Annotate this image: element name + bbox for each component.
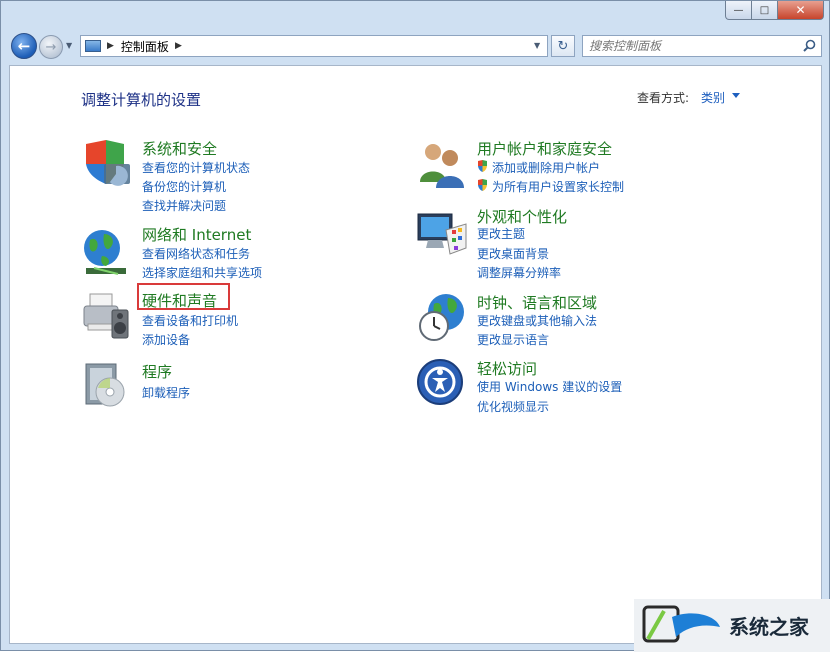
printer-speaker-icon[interactable] (80, 290, 132, 342)
clock-globe-icon[interactable] (416, 292, 468, 344)
control-panel-icon (85, 40, 101, 52)
category-programs[interactable]: 程序 (142, 361, 172, 382)
recent-pages-dropdown-icon[interactable]: ▼ (66, 41, 72, 50)
page-title: 调整计算机的设置 (81, 91, 202, 109)
forward-arrow-icon: → (45, 39, 57, 55)
link-parental-controls[interactable]: 为所有用户设置家长控制 (492, 178, 624, 195)
link-uninstall-program[interactable]: 卸载程序 (142, 384, 190, 401)
category-system-security[interactable]: 系统和安全 (142, 138, 217, 159)
link-devices-printers[interactable]: 查看设备和打印机 (142, 312, 238, 329)
navigation-bar: ← → ▼ ▶ 控制面板 ▶ ▼ ↻ (1, 29, 829, 63)
programs-disc-icon[interactable] (80, 360, 132, 412)
watermark-logo-icon (642, 605, 720, 643)
close-icon: ✕ (795, 3, 806, 17)
close-button[interactable]: ✕ (778, 1, 824, 20)
minimize-button[interactable]: — (725, 1, 752, 20)
link-view-network-status[interactable]: 查看网络状态和任务 (142, 245, 250, 262)
link-homegroup-sharing[interactable]: 选择家庭组和共享选项 (142, 264, 262, 281)
category-clock-language-region[interactable]: 时钟、语言和区域 (477, 292, 597, 313)
shield-computer-icon[interactable] (80, 138, 132, 190)
ease-of-access-icon[interactable] (416, 358, 468, 410)
view-by-label: 查看方式: (637, 91, 690, 105)
network-globe-icon[interactable] (80, 226, 132, 278)
breadcrumb-separator-icon[interactable]: ▶ (175, 41, 182, 51)
refresh-icon: ↻ (557, 38, 569, 54)
category-user-accounts[interactable]: 用户帐户和家庭安全 (477, 138, 612, 159)
users-icon[interactable] (416, 138, 468, 190)
link-change-theme[interactable]: 更改主题 (477, 225, 525, 242)
maximize-icon: □ (759, 4, 770, 16)
back-arrow-icon: ← (17, 37, 31, 55)
link-recommended-settings[interactable]: 使用 Windows 建议的设置 (477, 378, 622, 395)
maximize-button[interactable]: □ (752, 1, 778, 20)
address-dropdown-icon[interactable]: ▼ (534, 41, 540, 50)
control-panel-window: — □ ✕ ← → ▼ ▶ 控制面板 ▶ ▼ ↻ 调整计算机的设置 查看方式: … (0, 0, 830, 652)
forward-button[interactable]: → (39, 35, 63, 59)
category-network-internet[interactable]: 网络和 Internet (142, 224, 251, 245)
link-change-desktop-background[interactable]: 更改桌面背景 (477, 245, 549, 262)
link-adjust-resolution[interactable]: 调整屏幕分辨率 (477, 264, 561, 281)
link-change-keyboard-input[interactable]: 更改键盘或其他输入法 (477, 312, 597, 329)
search-box[interactable] (582, 35, 822, 57)
chevron-down-icon[interactable] (732, 93, 740, 98)
uac-shield-icon (478, 160, 487, 172)
uac-shield-icon (478, 179, 487, 191)
monitor-palette-icon[interactable] (416, 208, 468, 260)
breadcrumb-separator-icon[interactable]: ▶ (107, 41, 114, 51)
view-by-dropdown[interactable]: 类别 (701, 89, 725, 106)
link-add-remove-user[interactable]: 添加或删除用户帐户 (492, 159, 600, 176)
search-icon[interactable] (803, 39, 816, 52)
caption-buttons: — □ ✕ (725, 1, 824, 20)
search-input[interactable] (589, 38, 789, 54)
minimize-icon: — (733, 4, 744, 16)
category-ease-of-access[interactable]: 轻松访问 (477, 358, 537, 379)
breadcrumb-control-panel[interactable]: 控制面板 (121, 38, 169, 55)
category-appearance[interactable]: 外观和个性化 (477, 206, 567, 227)
refresh-button[interactable]: ↻ (551, 35, 575, 57)
link-optimize-video-display[interactable]: 优化视频显示 (477, 398, 549, 415)
watermark-text: 系统之家 (729, 615, 809, 639)
back-button[interactable]: ← (11, 33, 37, 59)
category-hardware-sound[interactable]: 硬件和声音 (142, 290, 217, 311)
content-pane: 调整计算机的设置 查看方式: 类别 系统和安全 查看您的计算机状态 备份您的计算… (9, 65, 822, 644)
link-change-display-language[interactable]: 更改显示语言 (477, 331, 549, 348)
watermark: 系统之家 (634, 599, 830, 652)
link-add-device[interactable]: 添加设备 (142, 331, 190, 348)
address-bar[interactable]: ▶ 控制面板 ▶ (80, 35, 548, 57)
link-find-fix-problems[interactable]: 查找并解决问题 (142, 197, 226, 214)
link-backup-computer[interactable]: 备份您的计算机 (142, 178, 226, 195)
link-view-computer-status[interactable]: 查看您的计算机状态 (142, 159, 250, 176)
